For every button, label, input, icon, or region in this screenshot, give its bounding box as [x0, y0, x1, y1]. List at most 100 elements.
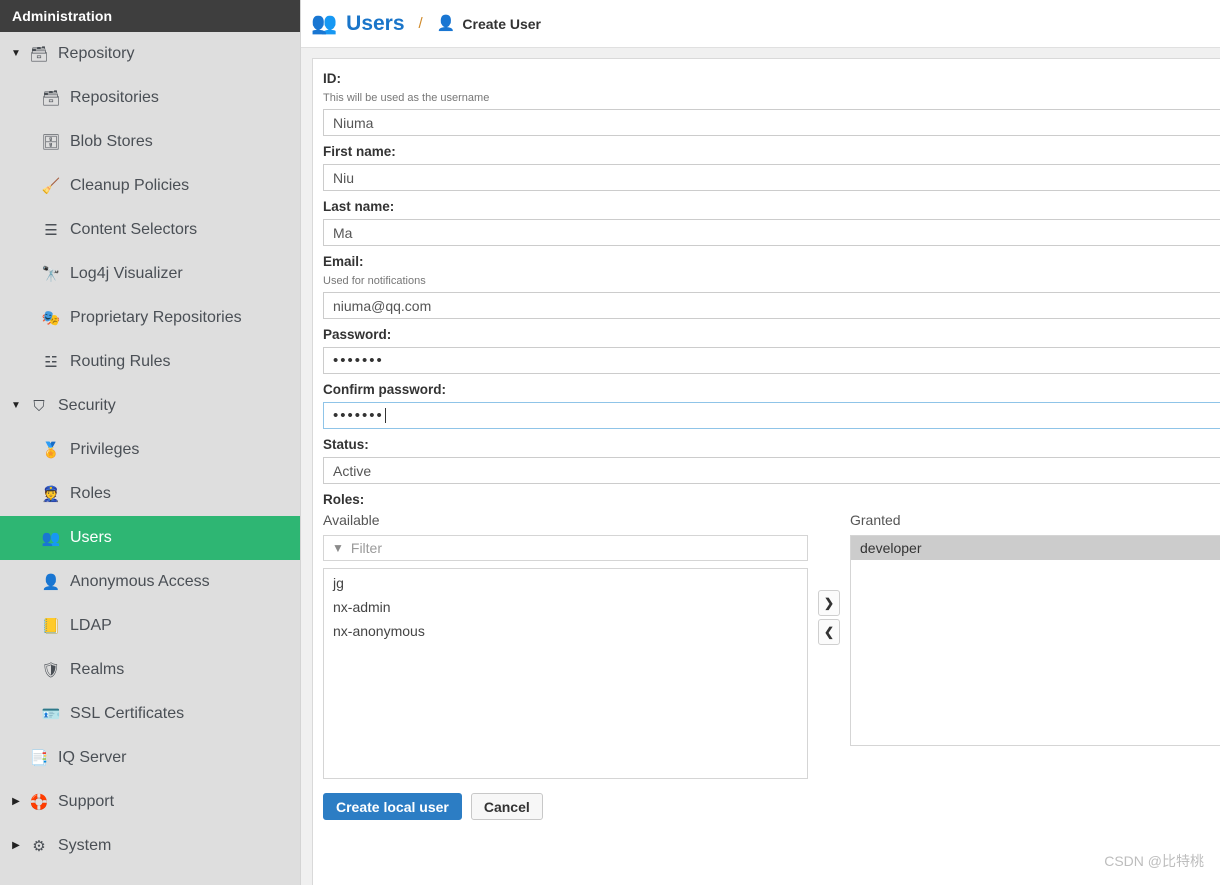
sidebar-item-label: Proprietary Repositories	[70, 309, 242, 326]
sidebar-item-content-selectors[interactable]: ☰ Content Selectors	[0, 208, 300, 252]
sidebar-item-label: Users	[70, 529, 112, 546]
sidebar-item-privileges[interactable]: 🏅 Privileges	[0, 428, 300, 472]
breadcrumb-section-link[interactable]: Users	[346, 12, 404, 36]
cancel-button[interactable]: Cancel	[470, 793, 543, 820]
create-local-user-button[interactable]: Create local user	[323, 793, 462, 820]
list-item[interactable]: nx-admin	[324, 595, 807, 619]
database-icon: 🗃	[41, 89, 61, 107]
sidebar-item-security[interactable]: ▼ ⛉ Security	[0, 384, 300, 428]
sidebar-item-label: Anonymous Access	[70, 573, 210, 590]
sidebar-item-label: Roles	[70, 485, 111, 502]
chevron-right-icon[interactable]: ▶	[8, 797, 24, 807]
sidebar-item-users[interactable]: 👥 Users	[0, 516, 300, 560]
users-icon: 👥	[311, 12, 338, 35]
person-icon: 👤	[41, 573, 61, 591]
breadcrumb-separator: /	[418, 15, 423, 32]
sidebar-item-label: LDAP	[70, 617, 112, 634]
field-id: ID: This will be used as the username	[323, 71, 1220, 136]
granted-roles-list[interactable]: developer	[850, 535, 1220, 746]
field-status: Status:	[323, 437, 1220, 484]
breadcrumb: 👥 Users / 👤 Create User	[301, 0, 1220, 48]
roles-transfer-buttons: ❯ ❮	[808, 512, 850, 648]
chevron-down-icon[interactable]: ▼	[8, 401, 24, 411]
signpost-icon: ☳	[44, 353, 58, 371]
field-confirm-password: Confirm password: •••••••	[323, 382, 1220, 429]
last-name-label: Last name:	[323, 199, 395, 214]
id-input[interactable]	[323, 109, 1220, 136]
sidebar-item-ldap[interactable]: 📒 LDAP	[0, 604, 300, 648]
binoculars-icon: 🔭	[41, 265, 61, 283]
address-book-icon: 📒	[41, 617, 61, 635]
sidebar: Administration ▼ 🗃 Repository 🗃 Repositories…	[0, 0, 300, 885]
status-label: Status:	[323, 437, 369, 452]
user-icon: 👤	[436, 15, 456, 32]
broom-icon: 🧹	[41, 177, 61, 195]
list-item[interactable]: nx-anonymous	[324, 619, 807, 643]
password-label: Password:	[323, 327, 392, 342]
sidebar-item-repositories[interactable]: 🗃 Repositories	[0, 76, 300, 120]
sidebar-item-blob-stores[interactable]: 🗄 Blob Stores	[0, 120, 300, 164]
email-input[interactable]	[323, 292, 1220, 319]
sidebar-item-realms[interactable]: 🛡 Realms	[0, 648, 300, 692]
status-select[interactable]	[323, 457, 1220, 484]
chevron-right-icon[interactable]: ▶	[8, 841, 24, 851]
sidebar-item-support[interactable]: ▶ 🛟 Support	[0, 780, 300, 824]
sidebar-item-label: Content Selectors	[70, 221, 198, 238]
confirm-password-label: Confirm password:	[323, 382, 447, 397]
sidebar-item-proprietary-repositories[interactable]: 🎭 Proprietary Repositories	[0, 296, 300, 340]
sidebar-item-label: Repositories	[70, 89, 159, 106]
sidebar-item-anonymous-access[interactable]: 👤 Anonymous Access	[0, 560, 300, 604]
sidebar-item-roles[interactable]: 👮 Roles	[0, 472, 300, 516]
confirm-password-input[interactable]: •••••••	[323, 402, 1220, 429]
sidebar-item-label: Routing Rules	[70, 353, 171, 370]
id-card-icon: 🪪	[41, 705, 61, 723]
sidebar-item-cleanup-policies[interactable]: 🧹 Cleanup Policies	[0, 164, 300, 208]
iq-server-icon: 📑	[29, 749, 49, 767]
sidebar-item-label: Blob Stores	[70, 133, 153, 150]
sidebar-item-repository[interactable]: ▼ 🗃 Repository	[0, 32, 300, 76]
sidebar-item-ssl-certificates[interactable]: 🪪 SSL Certificates	[0, 692, 300, 736]
roles-filter-input[interactable]: ▼ Filter	[323, 535, 808, 561]
first-name-input[interactable]	[323, 164, 1220, 191]
sidebar-item-iq-server[interactable]: ▶📑IQ Server	[0, 736, 300, 780]
server-rack-icon: 🗄	[41, 133, 61, 151]
chevron-down-icon[interactable]: ▼	[8, 49, 24, 59]
sidebar-item-log4j-visualizer[interactable]: 🔭 Log4j Visualizer	[0, 252, 300, 296]
password-input[interactable]: •••••••	[323, 347, 1220, 374]
move-left-button[interactable]: ❮	[818, 619, 840, 645]
sidebar-item-routing-rules[interactable]: ☳ Routing Rules	[0, 340, 300, 384]
sidebar-item-label: Repository	[58, 45, 135, 62]
sidebar-item-label: Log4j Visualizer	[70, 265, 183, 282]
application-window: Administration ▼ 🗃 Repository 🗃 Repositories…	[0, 0, 1220, 885]
available-roles-column: Available ▼ Filter jg nx-admin nx-anonymou…	[323, 512, 808, 779]
field-roles: Roles: Available ▼ Filter jg nx-admin nx-a…	[323, 492, 1220, 779]
main-content: 👥 Users / 👤 Create User ID: This will be…	[300, 0, 1220, 885]
sidebar-item-label: Privileges	[70, 441, 140, 458]
field-last-name: Last name:	[323, 199, 1220, 246]
breadcrumb-current: Create User	[462, 15, 542, 32]
roles-filter-placeholder: Filter	[350, 540, 383, 556]
list-item[interactable]: developer	[851, 536, 1220, 560]
sidebar-item-system[interactable]: ▶ ⚙ System	[0, 824, 300, 868]
filter-icon: ▼	[332, 541, 344, 555]
granted-roles-column: Granted developer	[850, 512, 1220, 746]
masks-icon: 🎭	[41, 309, 61, 327]
move-right-button[interactable]: ❯	[818, 590, 840, 616]
list-item[interactable]: jg	[324, 571, 807, 595]
sidebar-item-label: Cleanup Policies	[70, 177, 190, 194]
sidebar-item-label: IQ Server	[58, 749, 127, 766]
sidebar-nav-list: ▼ 🗃 Repository 🗃 Repositories 🗄 Blob Stores 🧹 Cl…	[0, 32, 300, 868]
last-name-input[interactable]	[323, 219, 1220, 246]
sidebar-item-label: Security	[58, 397, 116, 414]
available-roles-list[interactable]: jg nx-admin nx-anonymous	[323, 568, 808, 779]
text-cursor	[384, 408, 386, 423]
create-user-form: ID: This will be used as the username Fi…	[312, 58, 1220, 885]
granted-roles-title: Granted	[850, 512, 901, 528]
sidebar-item-label: Support	[58, 793, 115, 810]
id-hint: This will be used as the username	[323, 92, 490, 104]
password-masked-value: •••••••	[333, 352, 384, 369]
form-actions: Create local user Cancel	[323, 793, 1220, 820]
field-first-name: First name:	[323, 144, 1220, 191]
gear-icon: ⚙	[32, 837, 46, 855]
sidebar-header-title: Administration	[12, 8, 113, 24]
